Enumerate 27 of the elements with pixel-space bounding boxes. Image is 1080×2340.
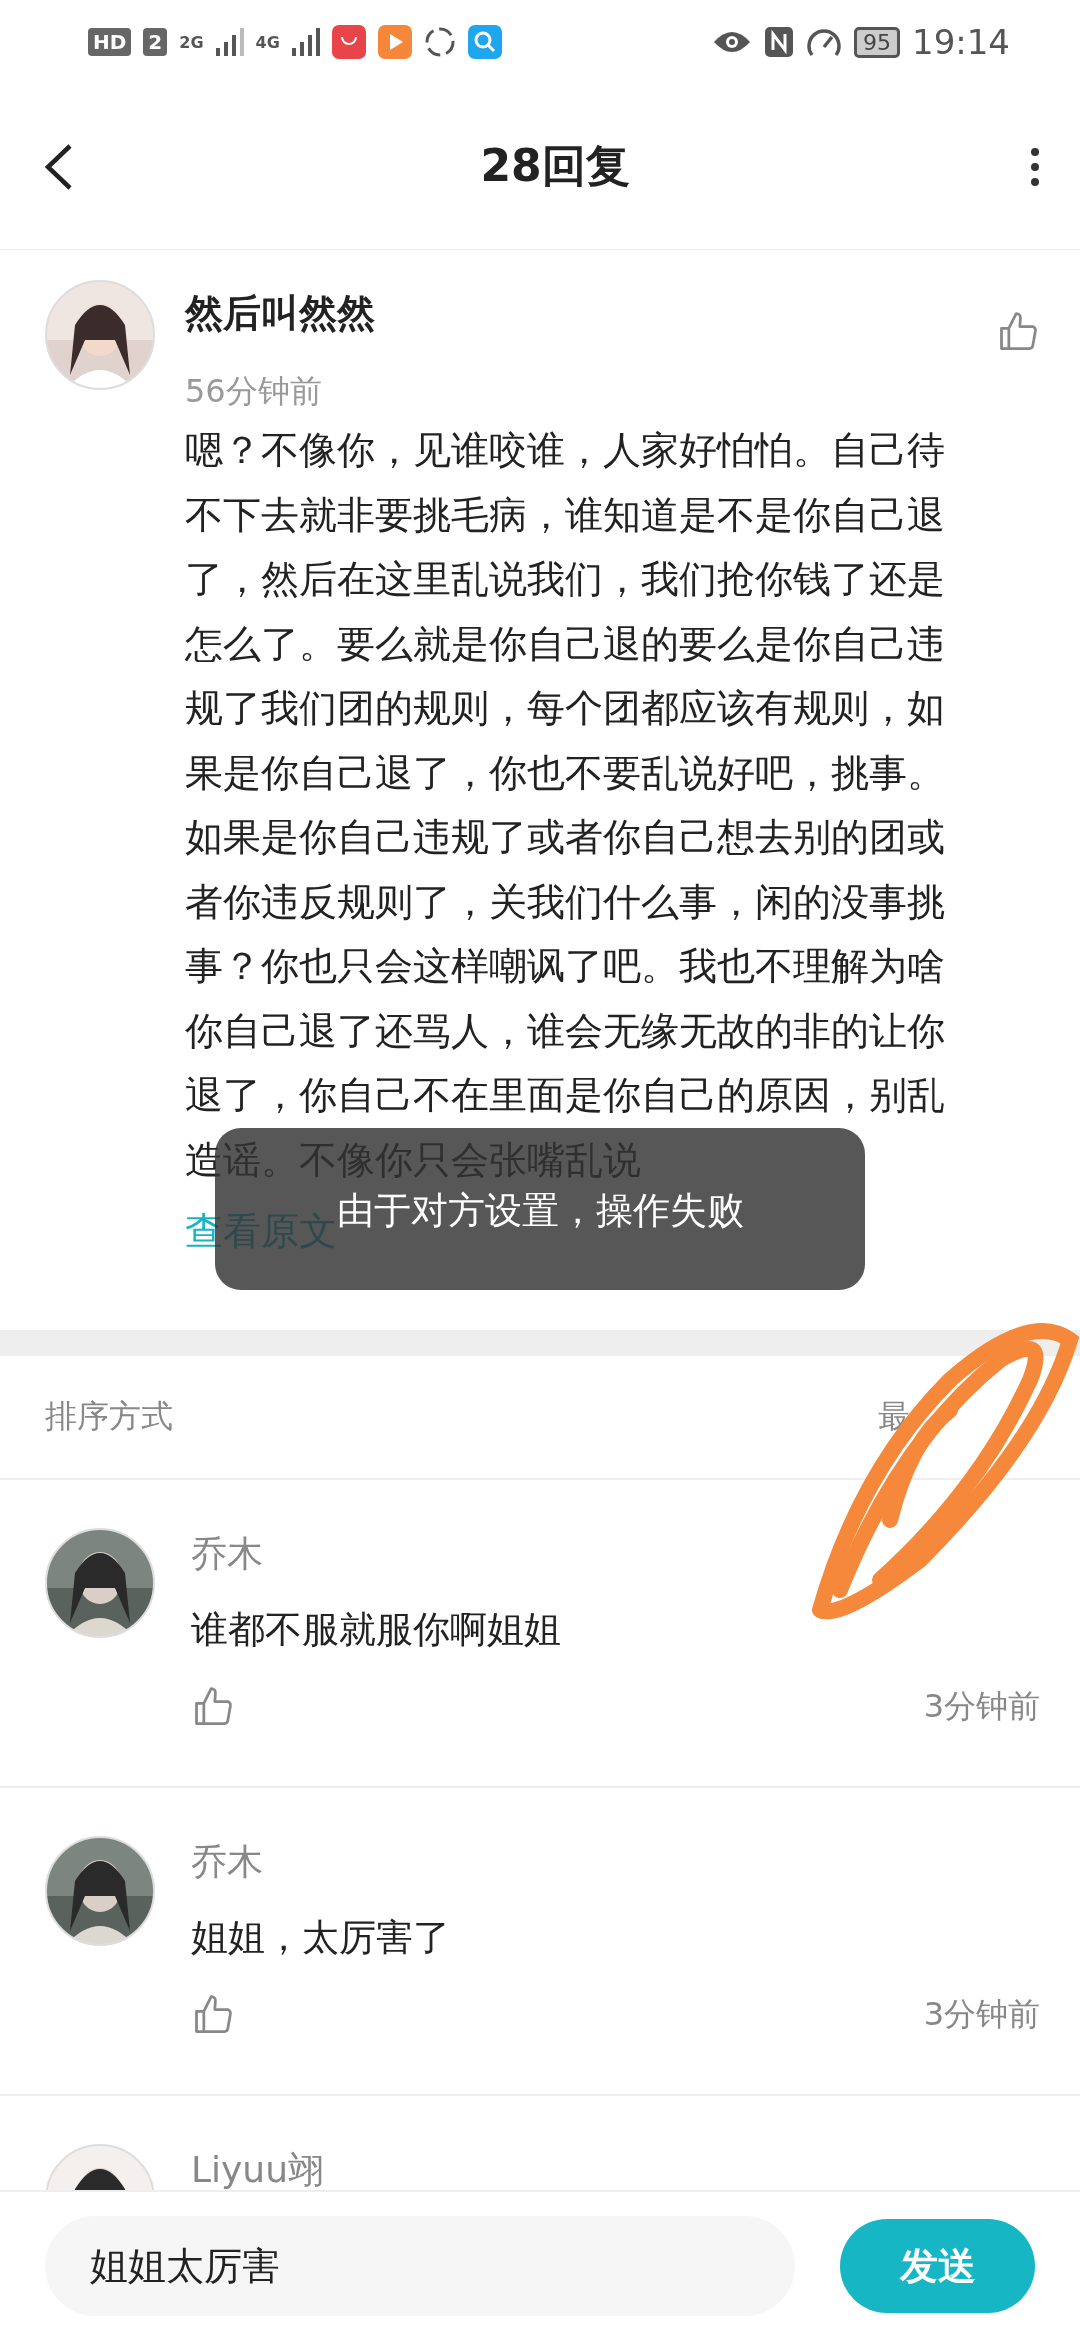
page-title: 28回复 bbox=[480, 139, 630, 193]
send-button[interactable]: 发送 bbox=[840, 2219, 1035, 2313]
author-name: 然后叫然然 bbox=[185, 290, 375, 337]
sort-label: 排序方式 bbox=[45, 1396, 173, 1437]
network-type: 2G bbox=[179, 32, 204, 52]
comment-time: 3分钟前 bbox=[923, 1686, 1040, 1727]
more-button[interactable] bbox=[1030, 146, 1040, 187]
network-type: 4G bbox=[255, 32, 280, 52]
comment-text: 姐姐，太厉害了 bbox=[191, 1915, 451, 1961]
reply-input-field[interactable]: 姐姐太厉害 bbox=[45, 2216, 795, 2316]
comment-time: 3分钟前 bbox=[923, 1994, 1040, 2035]
search-icon bbox=[467, 25, 502, 59]
shopping-bag-icon bbox=[331, 25, 366, 59]
signal-icon bbox=[215, 28, 244, 56]
commenter-name: 乔木 bbox=[191, 1532, 264, 1576]
hd-indicator: HD bbox=[88, 28, 132, 56]
commenter-name: Liyuu翊 bbox=[191, 2148, 325, 2190]
clock-time: 19:14 bbox=[912, 22, 1010, 62]
battery-level: 95 bbox=[854, 26, 900, 58]
sim-indicator: 2 bbox=[143, 28, 168, 56]
nfc-icon bbox=[764, 26, 794, 58]
post-time: 56分钟前 bbox=[185, 371, 323, 412]
signal-icon bbox=[291, 28, 320, 56]
commenter-name: 乔木 bbox=[191, 1840, 264, 1884]
loading-ring-icon bbox=[423, 26, 456, 58]
play-icon bbox=[377, 25, 412, 59]
comment-text: 谁都不服就服你啊姐姐 bbox=[191, 1607, 562, 1653]
